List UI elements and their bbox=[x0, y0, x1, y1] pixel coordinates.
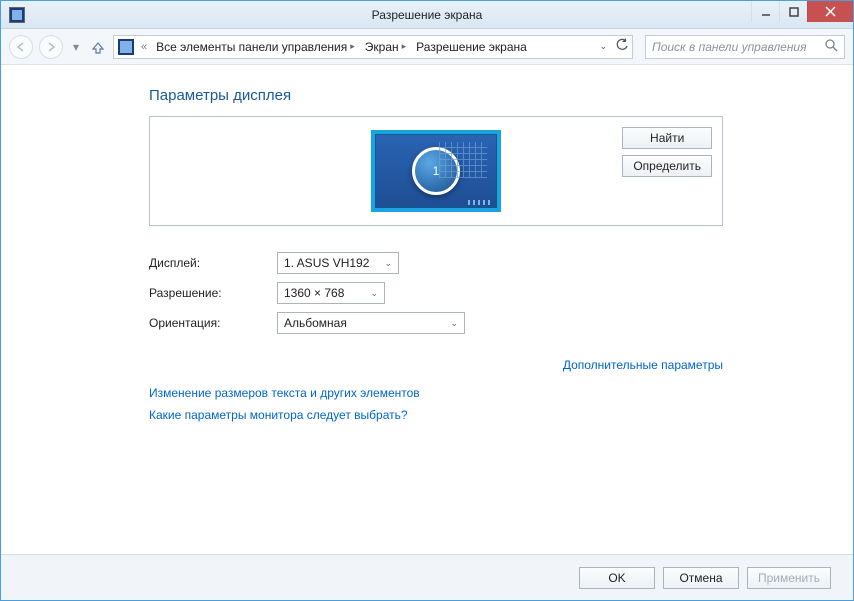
up-button[interactable] bbox=[89, 38, 107, 56]
orientation-select[interactable]: Альбомная ⌄ bbox=[277, 312, 465, 334]
chevron-down-icon: ⌄ bbox=[384, 258, 392, 269]
identify-button[interactable]: Определить bbox=[622, 155, 712, 177]
breadcrumb-seg-2[interactable]: Экран▸ bbox=[361, 40, 410, 54]
search-placeholder: Поиск в панели управления bbox=[652, 40, 807, 54]
app-icon bbox=[9, 7, 25, 23]
maximize-button[interactable] bbox=[779, 1, 807, 22]
minimize-button[interactable] bbox=[751, 1, 779, 22]
select-value: 1360 × 768 bbox=[284, 286, 344, 300]
back-button[interactable] bbox=[9, 35, 33, 59]
advanced-settings-link[interactable]: Дополнительные параметры bbox=[563, 358, 723, 372]
close-button[interactable] bbox=[807, 1, 853, 22]
breadcrumb-seg-3[interactable]: Разрешение экрана bbox=[412, 40, 531, 54]
breadcrumb-overflow[interactable]: « bbox=[138, 41, 150, 53]
breadcrumb-label: Все элементы панели управления bbox=[156, 40, 347, 54]
monitor-grid-icon bbox=[439, 142, 487, 178]
select-value: Альбомная bbox=[284, 316, 347, 330]
titlebar: Разрешение экрана bbox=[1, 1, 853, 29]
resize-text-link[interactable]: Изменение размеров текста и других элеме… bbox=[149, 386, 723, 400]
breadcrumb-dropdown-icon[interactable]: ⌄ bbox=[599, 41, 607, 52]
breadcrumb[interactable]: « Все элементы панели управления▸ Экран▸… bbox=[113, 35, 633, 59]
select-value: 1. ASUS VH192 bbox=[284, 256, 369, 270]
breadcrumb-seg-1[interactable]: Все элементы панели управления▸ bbox=[152, 40, 359, 54]
footer: OK Отмена Применить bbox=[1, 554, 853, 600]
window-buttons bbox=[751, 1, 853, 22]
chevron-down-icon: ⌄ bbox=[370, 288, 378, 299]
chevron-right-icon: ▸ bbox=[402, 41, 407, 52]
breadcrumb-label: Разрешение экрана bbox=[416, 40, 527, 54]
breadcrumb-label: Экран bbox=[365, 40, 399, 54]
page-heading: Параметры дисплея bbox=[149, 87, 723, 104]
history-dropdown-icon[interactable]: ▾ bbox=[69, 40, 83, 54]
display-select[interactable]: 1. ASUS VH192 ⌄ bbox=[277, 252, 399, 274]
window-title: Разрешение экрана bbox=[372, 8, 483, 22]
display-label: Дисплей: bbox=[149, 256, 277, 270]
resolution-label: Разрешение: bbox=[149, 286, 277, 300]
which-settings-link[interactable]: Какие параметры монитора следует выбрать… bbox=[149, 408, 723, 422]
display-form: Дисплей: 1. ASUS VH192 ⌄ Разрешение: 136… bbox=[149, 248, 723, 338]
orientation-label: Ориентация: bbox=[149, 316, 277, 330]
monitor-thumbnail[interactable]: 1 bbox=[371, 130, 501, 212]
content: Параметры дисплея 1 Найти Определить Дис… bbox=[1, 65, 853, 554]
ok-button[interactable]: OK bbox=[579, 567, 655, 589]
window: Разрешение экрана ▾ « Все элементы панел… bbox=[0, 0, 854, 601]
resolution-select[interactable]: 1360 × 768 ⌄ bbox=[277, 282, 385, 304]
navbar: ▾ « Все элементы панели управления▸ Экра… bbox=[1, 29, 853, 65]
search-input[interactable]: Поиск в панели управления bbox=[645, 35, 845, 59]
search-icon bbox=[825, 39, 838, 55]
detect-button[interactable]: Найти bbox=[622, 127, 712, 149]
chevron-right-icon: ▸ bbox=[350, 41, 355, 52]
cancel-button[interactable]: Отмена bbox=[663, 567, 739, 589]
display-preview: 1 Найти Определить bbox=[149, 116, 723, 226]
control-panel-icon bbox=[118, 39, 134, 55]
forward-button[interactable] bbox=[39, 35, 63, 59]
refresh-button[interactable] bbox=[615, 38, 629, 55]
chevron-down-icon: ⌄ bbox=[450, 318, 458, 329]
apply-button[interactable]: Применить bbox=[747, 567, 831, 589]
